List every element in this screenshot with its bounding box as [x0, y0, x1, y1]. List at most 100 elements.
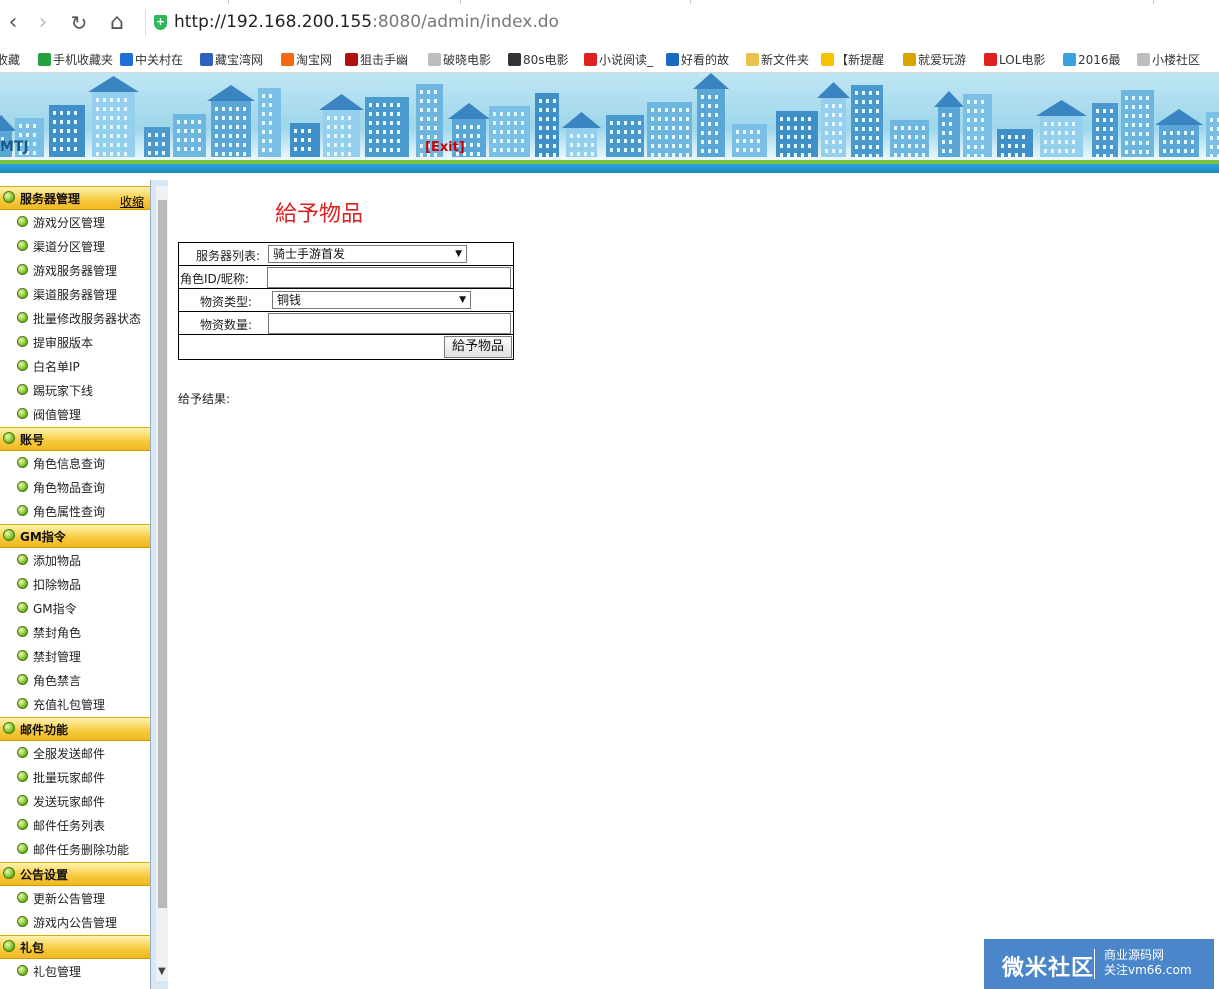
bookmark-item[interactable]: 收藏	[0, 51, 20, 68]
sidebar-item[interactable]: 游戏分区管理	[0, 210, 150, 234]
skyline-window	[26, 133, 29, 137]
skyline-roof	[1036, 100, 1087, 116]
sidebar-item[interactable]: 邮件任务列表	[0, 813, 150, 837]
bookmark-item[interactable]: 小楼社区	[1137, 51, 1200, 68]
exit-link[interactable]: [Exit]	[425, 140, 465, 155]
skyline-window	[334, 134, 337, 138]
reload-icon[interactable]: ↻	[66, 10, 92, 36]
sidebar-item[interactable]: 白名单IP	[0, 354, 150, 378]
skyline-window	[743, 139, 746, 143]
sidebar-item[interactable]: 禁封角色	[0, 620, 150, 644]
skyline-window	[1051, 149, 1054, 153]
forward-icon[interactable]: ›	[30, 10, 56, 36]
sidebar-item[interactable]: 添加物品	[0, 548, 150, 572]
collapse-link[interactable]: 收缩	[120, 193, 144, 210]
skyline-window	[1022, 153, 1025, 157]
bookmark-item[interactable]: 藏宝湾网	[200, 51, 263, 68]
give-item-button[interactable]: 給予物品	[443, 336, 512, 358]
bookmark-item[interactable]: LOL电影	[984, 51, 1045, 68]
server-select[interactable]: 骑士手游首发 ▼	[268, 245, 467, 263]
skyline-window	[1146, 96, 1149, 100]
back-icon[interactable]: ‹	[0, 10, 26, 36]
skyline-window	[658, 153, 661, 157]
sidebar-item[interactable]: 角色物品查询	[0, 475, 150, 499]
quantity-input[interactable]	[268, 313, 511, 334]
skyline-window	[686, 117, 689, 121]
sidebar-item[interactable]: 批量修改服务器状态	[0, 306, 150, 330]
skyline-window	[624, 121, 627, 125]
skyline-window	[862, 136, 865, 140]
sidebar-item[interactable]: 角色信息查询	[0, 451, 150, 475]
bookmark-item[interactable]: 就爱玩游	[903, 51, 966, 68]
sidebar-item[interactable]: 更新公告管理	[0, 886, 150, 910]
item-type-select[interactable]: 铜钱 ▼	[272, 291, 471, 309]
watermark-line2: 关注vm66.com	[1104, 963, 1192, 977]
bookmark-item[interactable]: 80s电影	[508, 51, 569, 68]
sidebar-item[interactable]: 礼包管理	[0, 959, 150, 983]
skyline-window	[1110, 118, 1113, 122]
sidebar-group-header[interactable]: 邮件功能	[0, 717, 150, 741]
skyline-window	[801, 126, 804, 130]
sidebar-item[interactable]: 提审服版本	[0, 330, 150, 354]
server-label: 服务器列表:	[196, 249, 261, 263]
skyline-window	[229, 116, 232, 120]
sidebar-item[interactable]: 角色禁言	[0, 668, 150, 692]
sidebar-item[interactable]: 踢玩家下线	[0, 378, 150, 402]
skyline-window	[672, 108, 675, 112]
skyline-window	[427, 126, 430, 130]
skyline-window	[1170, 140, 1173, 144]
bookmark-item[interactable]: 好看的故	[666, 51, 729, 68]
bookmark-item[interactable]: 破晓电影	[428, 51, 491, 68]
sidebar-item[interactable]: 禁封管理	[0, 644, 150, 668]
bookmark-item[interactable]: 手机收藏夹	[38, 51, 113, 68]
server-row: 服务器列表: 骑士手游首发 ▼	[179, 243, 513, 266]
sidebar-item[interactable]: 游戏服务器管理	[0, 258, 150, 282]
bookmark-item[interactable]: 淘宝网	[281, 51, 332, 68]
bookmark-item[interactable]: 新文件夹	[746, 51, 809, 68]
bookmark-icon	[1063, 53, 1076, 66]
sidebar-item[interactable]: 渠道服务器管理	[0, 282, 150, 306]
skyline-window	[894, 153, 897, 157]
sidebar-item[interactable]: 扣除物品	[0, 572, 150, 596]
sidebar-item[interactable]: GM指令	[0, 596, 150, 620]
sidebar-group-header[interactable]: 服务器管理 收缩	[0, 186, 150, 210]
sidebar-item[interactable]: 阀值管理	[0, 402, 150, 426]
sidebar-group-header[interactable]: 账号	[0, 427, 150, 451]
role-id-input[interactable]	[267, 267, 511, 288]
scroll-down-arrow-icon[interactable]: ▼	[158, 966, 166, 977]
sidebar-item[interactable]: 渠道分区管理	[0, 234, 150, 258]
skyline-window	[869, 91, 872, 95]
sidebar-item[interactable]: 充值礼包管理	[0, 692, 150, 716]
sidebar-group-header[interactable]: GM指令	[0, 524, 150, 548]
skyline-window	[33, 124, 36, 128]
tab-divider	[690, 0, 691, 4]
skyline-window	[477, 152, 480, 156]
sidebar-item[interactable]: 批量玩家邮件	[0, 765, 150, 789]
bookmark-item[interactable]: 中关村在	[120, 51, 183, 68]
bookmark-item[interactable]: 小说阅读_	[584, 51, 653, 68]
skyline-window	[390, 130, 393, 134]
bookmark-item[interactable]: 【新提醒	[821, 51, 884, 68]
dropdown-arrow-icon: ▼	[459, 295, 466, 305]
skyline-window	[397, 130, 400, 134]
sidebar-group-header[interactable]: 礼包	[0, 935, 150, 959]
skyline-window	[514, 112, 517, 116]
url-field[interactable]: http://192.168.200.155:8080/admin/index.…	[174, 12, 559, 32]
bookmark-item[interactable]: 狙击手幽	[345, 51, 408, 68]
skyline-window	[376, 130, 379, 134]
sidebar-item[interactable]: 角色属性查询	[0, 499, 150, 523]
bookmark-item[interactable]: 2016最	[1063, 51, 1121, 68]
sidebar-item[interactable]: 发送玩家邮件	[0, 789, 150, 813]
skyline-window	[942, 113, 945, 117]
skyline-window	[1008, 153, 1011, 157]
bookmark-label: 破晓电影	[443, 53, 492, 67]
home-icon[interactable]: ⌂	[104, 10, 130, 36]
sidebar-item-label: 充值礼包管理	[33, 698, 106, 712]
skyline-window	[269, 121, 272, 125]
sidebar-item[interactable]: 游戏内公告管理	[0, 910, 150, 934]
sidebar-item[interactable]: 邮件任务删除功能	[0, 837, 150, 861]
scrollbar-thumb[interactable]	[158, 200, 167, 908]
sidebar-item[interactable]: 全服发送邮件	[0, 741, 150, 765]
skyline-window	[553, 135, 556, 139]
sidebar-group-header[interactable]: 公告设置	[0, 862, 150, 886]
